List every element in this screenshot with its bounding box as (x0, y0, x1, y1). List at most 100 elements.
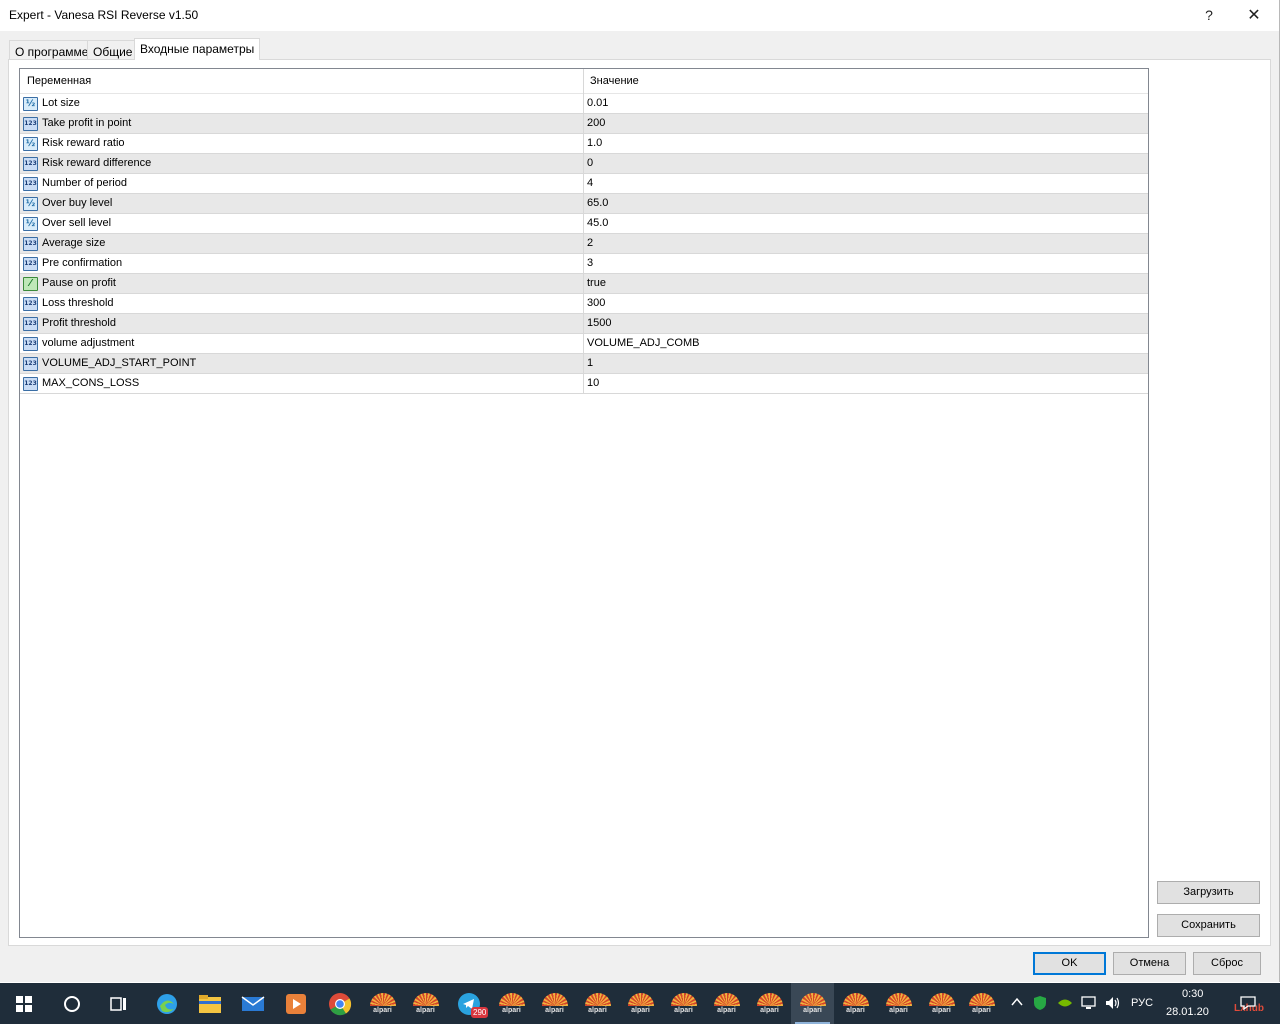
tab-common[interactable]: Общие (87, 40, 139, 60)
parameter-row[interactable]: ½ Risk reward ratio 1.0 (20, 134, 1148, 154)
folder-icon (198, 994, 221, 1013)
taskbar-alpari-8[interactable]: alpari (705, 983, 748, 1024)
taskbar-video[interactable] (274, 983, 317, 1024)
double-icon: ½ (23, 217, 38, 231)
parameter-row[interactable]: 123 Profit threshold 1500 (20, 314, 1148, 334)
load-button[interactable]: Загрузить (1157, 881, 1260, 904)
taskbar-alpari-13[interactable]: alpari (960, 983, 1003, 1024)
parameter-row[interactable]: 123 Pre confirmation 3 (20, 254, 1148, 274)
parameter-row[interactable]: 123 Risk reward difference 0 (20, 154, 1148, 174)
parameter-name: Number of period (42, 177, 127, 189)
task-view-button[interactable] (97, 983, 140, 1024)
column-divider (583, 69, 584, 394)
taskbar-alpari-11[interactable]: alpari (877, 983, 920, 1024)
parameter-name: Pause on profit (42, 277, 116, 289)
parameter-row[interactable]: ½ Over sell level 45.0 (20, 214, 1148, 234)
parameter-value[interactable]: 1 (587, 357, 593, 369)
taskbar-alpari-9[interactable]: alpari (748, 983, 791, 1024)
start-button[interactable] (2, 983, 45, 1024)
alpari-icon: alpari (670, 993, 697, 1014)
tab-inputs[interactable]: Входные параметры (134, 38, 261, 60)
parameter-value[interactable]: 200 (587, 117, 605, 129)
taskbar-alpari-7[interactable]: alpari (662, 983, 705, 1024)
parameter-row[interactable]: 123 Average size 2 (20, 234, 1148, 254)
window-title: Expert - Vanesa RSI Reverse v1.50 (9, 8, 199, 22)
help-button[interactable]: ? (1186, 0, 1232, 31)
taskbar-alpari-10[interactable]: alpari (834, 983, 877, 1024)
column-header-variable[interactable]: Переменная (27, 75, 91, 87)
taskbar-mail[interactable] (231, 983, 274, 1024)
taskbar-telegram[interactable]: 290 (447, 983, 490, 1024)
ok-button[interactable]: OK (1033, 952, 1106, 975)
parameter-row[interactable]: 123 Take profit in point 200 (20, 114, 1148, 134)
parameter-value[interactable]: 3 (587, 257, 593, 269)
parameter-name: Take profit in point (42, 117, 132, 129)
windows-logo-icon (15, 995, 32, 1012)
parameter-row[interactable]: 123 MAX_CONS_LOSS 10 (20, 374, 1148, 394)
taskbar-alpari-4[interactable]: alpari (533, 983, 576, 1024)
network-icon[interactable] (1080, 995, 1098, 1011)
taskbar-alpari-12[interactable]: alpari (920, 983, 963, 1024)
taskbar-explorer[interactable] (188, 983, 231, 1024)
parameter-row[interactable]: 123 Number of period 4 (20, 174, 1148, 194)
column-header-value[interactable]: Значение (590, 75, 639, 87)
parameter-row[interactable]: ½ Lot size 0.01 (20, 94, 1148, 114)
parameter-value[interactable]: 65.0 (587, 197, 608, 209)
parameter-row[interactable]: 123 Loss threshold 300 (20, 294, 1148, 314)
parameter-name: Over buy level (42, 197, 113, 209)
int-icon: 123 (23, 117, 38, 131)
reset-button[interactable]: Сброс (1193, 952, 1261, 975)
double-icon: ½ (23, 137, 38, 151)
parameter-value[interactable]: 1.0 (587, 137, 602, 149)
parameter-value[interactable]: 2 (587, 237, 593, 249)
taskbar-edge[interactable] (145, 983, 188, 1024)
parameter-name: Loss threshold (42, 297, 114, 309)
alpari-icon: alpari (584, 993, 611, 1014)
tab-about[interactable]: О программе (9, 40, 95, 60)
close-button[interactable]: ✕ (1231, 0, 1277, 31)
parameter-name: Pre confirmation (42, 257, 123, 269)
parameter-value[interactable]: 1500 (587, 317, 611, 329)
volume-icon[interactable] (1104, 995, 1122, 1011)
parameter-name: Risk reward ratio (42, 137, 125, 149)
parameter-name: Over sell level (42, 217, 112, 229)
mail-icon (241, 995, 264, 1011)
chevron-up-icon[interactable] (1011, 997, 1023, 1007)
clock-date[interactable]: 28.01.20 (1166, 1006, 1209, 1018)
taskbar-alpari-2[interactable]: alpari (404, 983, 447, 1024)
parameter-row[interactable]: ⁄ Pause on profit true (20, 274, 1148, 294)
parameter-value[interactable]: 0 (587, 157, 593, 169)
nvidia-icon[interactable] (1057, 996, 1073, 1010)
int-icon: 123 (23, 297, 38, 311)
int-icon: 123 (23, 257, 38, 271)
parameter-name: Risk reward difference (42, 157, 152, 169)
task-view-icon (109, 996, 126, 1011)
alpari-icon: alpari (541, 993, 568, 1014)
parameter-value[interactable]: 4 (587, 177, 593, 189)
parameter-row[interactable]: ½ Over buy level 65.0 (20, 194, 1148, 214)
taskbar-alpari-3[interactable]: alpari (490, 983, 533, 1024)
taskbar-alpari-1[interactable]: alpari (361, 983, 404, 1024)
taskbar-alpari-active[interactable]: alpari (791, 983, 834, 1024)
language-indicator[interactable]: РУС (1131, 997, 1153, 1009)
parameter-row[interactable]: 123 volume adjustment VOLUME_ADJ_COMB (20, 334, 1148, 354)
parameter-row[interactable]: 123 VOLUME_ADJ_START_POINT 1 (20, 354, 1148, 374)
taskbar-alpari-5[interactable]: alpari (576, 983, 619, 1024)
parameter-value[interactable]: 300 (587, 297, 605, 309)
taskbar-alpari-6[interactable]: alpari (619, 983, 662, 1024)
parameter-value[interactable]: 45.0 (587, 217, 608, 229)
parameter-name: VOLUME_ADJ_START_POINT (42, 357, 197, 369)
taskbar-chrome[interactable] (318, 983, 361, 1024)
cancel-button[interactable]: Отмена (1113, 952, 1186, 975)
parameter-value[interactable]: true (587, 277, 606, 289)
notification-icon[interactable] (1239, 995, 1257, 1011)
parameter-value[interactable]: VOLUME_ADJ_COMB (587, 337, 699, 349)
parameter-value[interactable]: 10 (587, 377, 599, 389)
parameter-name: Lot size (42, 97, 80, 109)
edge-icon (156, 993, 177, 1014)
parameter-value[interactable]: 0.01 (587, 97, 608, 109)
search-button[interactable] (50, 983, 93, 1024)
shield-icon[interactable] (1033, 995, 1047, 1011)
clock-time[interactable]: 0:30 (1182, 988, 1203, 1000)
save-button[interactable]: Сохранить (1157, 914, 1260, 937)
